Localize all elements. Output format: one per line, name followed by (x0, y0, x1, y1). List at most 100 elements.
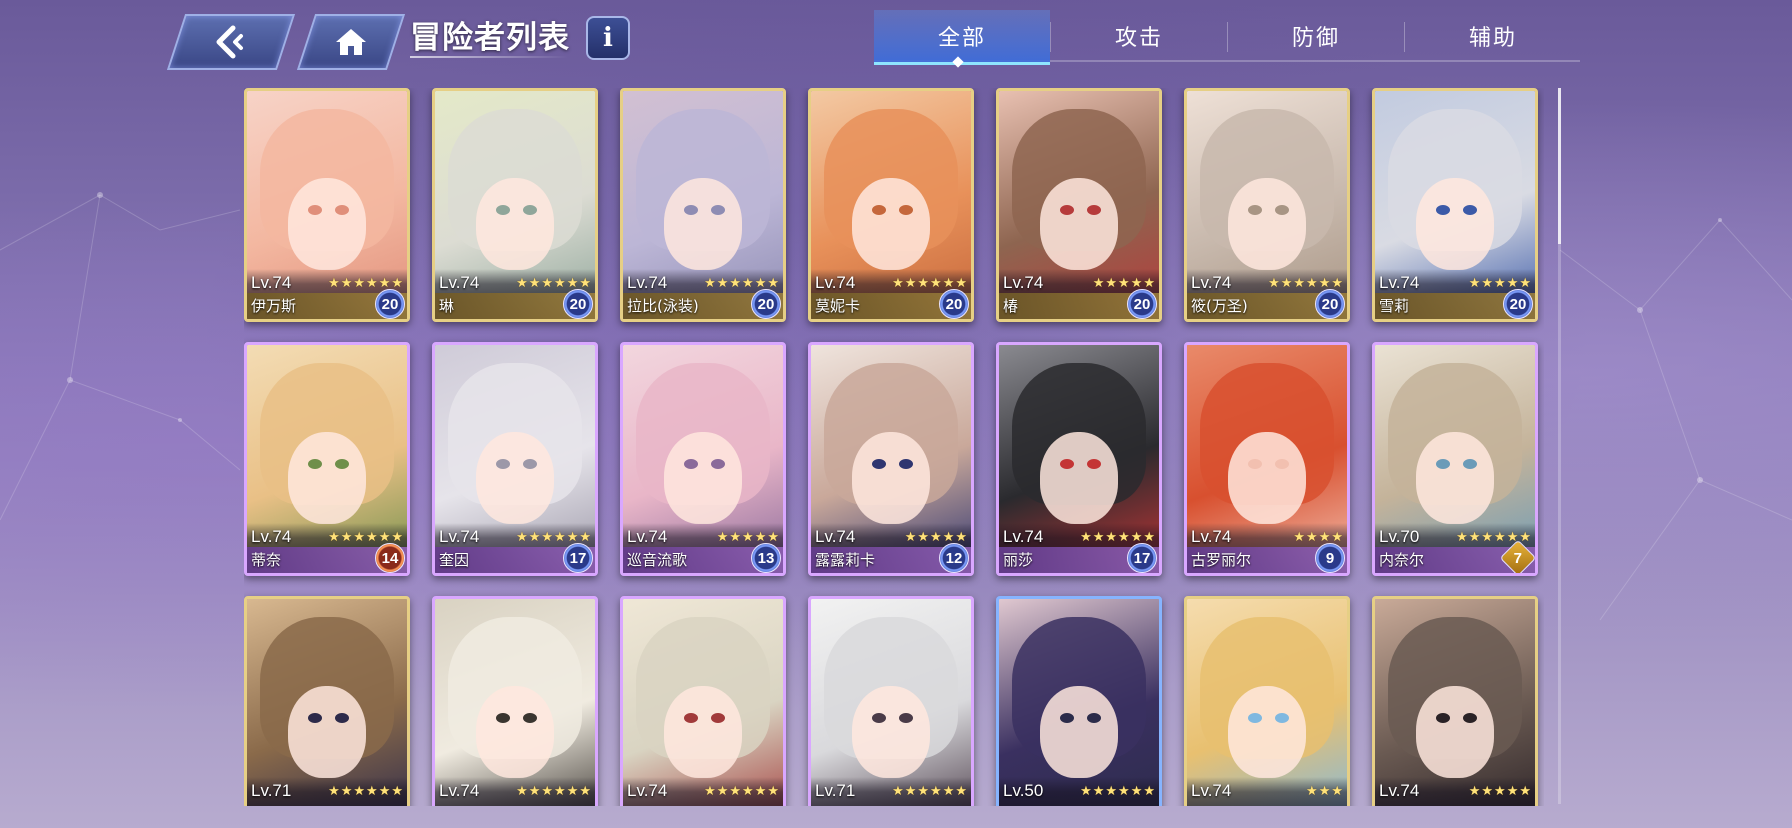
level-label: Lv.74 (251, 527, 292, 546)
star-icon: ★ (1494, 530, 1506, 545)
adventurer-card[interactable]: Lv.74 ★ ★ ★ (1184, 596, 1350, 806)
star-icon: ★ (1118, 276, 1130, 291)
adventurer-card[interactable]: Lv.74 ★ ★ ★ ★ ★ ★ 琳 20 (432, 88, 598, 322)
star-icon: ★ (1494, 784, 1506, 799)
star-icon: ★ (729, 276, 742, 291)
portrait-eye (711, 205, 725, 215)
star-rating: ★ ★ ★ ★ ★ ★ (1080, 785, 1155, 799)
portrait-eye (1247, 713, 1262, 723)
star-icon: ★ (1130, 784, 1143, 799)
star-icon: ★ (353, 784, 366, 799)
adventurer-card[interactable]: Lv.74 ★ ★ ★ ★ ★ 巡音流歌 13 (620, 342, 786, 576)
adventurer-card[interactable]: Lv.74 ★ ★ ★ ★ ★ ★ 丽莎 17 (996, 342, 1162, 576)
adventurer-card[interactable]: Lv.74 ★ ★ ★ ★ ★ ★ 筱(万圣) 20 (1184, 88, 1350, 322)
adventurer-card[interactable]: Lv.71 ★ ★ ★ ★ ★ ★ (244, 596, 410, 806)
star-icon: ★ (516, 530, 528, 545)
level-label: Lv.74 (1191, 273, 1232, 292)
character-name: 雪莉 (1379, 297, 1410, 315)
star-icon: ★ (528, 276, 541, 291)
star-icon: ★ (1293, 530, 1306, 545)
star-icon: ★ (541, 276, 554, 291)
portrait-eye (1247, 205, 1262, 215)
character-portrait (247, 599, 407, 806)
adventurer-card[interactable]: Lv.71 ★ ★ ★ ★ ★ ★ (808, 596, 974, 806)
star-rating: ★ ★ ★ (1306, 785, 1343, 799)
star-icon: ★ (1481, 784, 1494, 799)
star-icon: ★ (904, 276, 917, 291)
back-arrow-icon (211, 25, 251, 59)
star-icon: ★ (340, 276, 353, 291)
portrait-eye (1059, 205, 1074, 215)
star-icon: ★ (742, 784, 754, 799)
adventurer-card[interactable]: Lv.50 ★ ★ ★ ★ ★ ★ (996, 596, 1162, 806)
adventurer-card[interactable]: Lv.74 ★ ★ ★ ★ ★ 椿 20 (996, 88, 1162, 322)
tab-attack[interactable]: 攻击 (1051, 10, 1227, 62)
star-icon: ★ (1293, 276, 1306, 291)
adventurer-card[interactable]: Lv.74 ★ ★ ★ ★ ★ (1372, 596, 1538, 806)
tab-all[interactable]: 全部 (874, 10, 1050, 65)
portrait-eye (711, 713, 725, 723)
scroll-thumb[interactable] (1558, 88, 1561, 244)
portrait-face (288, 685, 366, 778)
star-icon: ★ (1105, 276, 1118, 291)
level-label: Lv.71 (251, 781, 292, 800)
portrait-face (1416, 431, 1494, 524)
star-icon: ★ (1506, 784, 1519, 799)
adventurer-card[interactable]: Lv.74 ★ ★ ★ ★ ★ 雪莉 20 (1372, 88, 1538, 322)
star-icon: ★ (328, 530, 340, 545)
star-icon: ★ (917, 530, 930, 545)
scrollbar[interactable] (1558, 88, 1561, 804)
page-title: 冒险者列表 (410, 20, 570, 56)
character-name: 筱(万圣) (1191, 297, 1248, 315)
level-label: Lv.70 (1379, 527, 1420, 546)
tab-support[interactable]: 辅助 (1405, 10, 1581, 62)
adventurer-card[interactable]: Lv.74 ★ ★ ★ ★ ★ ★ 奎因 17 (432, 342, 598, 576)
adventurer-card[interactable]: Lv.74 ★ ★ ★ ★ ★ ★ 拉比(泳装) 20 (620, 88, 786, 322)
portrait-face (476, 177, 554, 270)
star-icon: ★ (528, 530, 541, 545)
adventurer-card[interactable]: Lv.74 ★ ★ ★ ★ ★ 露露莉卡 12 (808, 342, 974, 576)
rank-badge-value: 17 (569, 549, 587, 567)
level-label: Lv.74 (439, 273, 480, 292)
home-button[interactable] (296, 14, 406, 70)
star-icon: ★ (541, 530, 554, 545)
level-label: Lv.74 (439, 781, 480, 800)
portrait-face (288, 431, 366, 524)
star-icon: ★ (955, 784, 967, 799)
star-icon: ★ (930, 530, 942, 545)
portrait-eye (335, 205, 349, 215)
character-name: 椿 (1003, 297, 1019, 315)
home-icon (334, 27, 368, 57)
character-portrait (811, 599, 971, 806)
character-name: 莫妮卡 (815, 297, 861, 315)
adventurer-card[interactable]: Lv.70 ★ ★ ★ ★ ★ ★ 内奈尔 7 (1372, 342, 1538, 576)
adventurer-card[interactable]: Lv.74 ★ ★ ★ ★ ★ ★ 莫妮卡 20 (808, 88, 974, 322)
portrait-face (1228, 431, 1306, 524)
level-label: Lv.74 (1003, 527, 1044, 546)
portrait-eye (495, 459, 510, 469)
star-rating: ★ ★ ★ ★ ★ ★ (516, 785, 591, 799)
star-icon: ★ (716, 784, 729, 799)
star-icon: ★ (729, 530, 742, 545)
adventurer-card[interactable]: Lv.74 ★ ★ ★ ★ ★ ★ (432, 596, 598, 806)
portrait-face (476, 431, 554, 524)
back-button[interactable] (166, 14, 296, 70)
star-icon: ★ (391, 784, 403, 799)
adventurer-card[interactable]: Lv.74 ★ ★ ★ ★ 古罗丽尔 9 (1184, 342, 1350, 576)
character-name: 巡音流歌 (627, 551, 688, 569)
rank-badge-value: 9 (1325, 549, 1335, 567)
portrait-face (1228, 685, 1306, 778)
character-name: 伊万斯 (251, 297, 297, 315)
portrait-eye (1247, 459, 1262, 469)
rank-badge: 17 (563, 543, 593, 573)
adventurer-card[interactable]: Lv.74 ★ ★ ★ ★ ★ ★ 伊万斯 20 (244, 88, 410, 322)
adventurer-card[interactable]: Lv.74 ★ ★ ★ ★ ★ ★ 蒂奈 14 (244, 342, 410, 576)
star-icon: ★ (1080, 530, 1092, 545)
adventurer-card[interactable]: Lv.74 ★ ★ ★ ★ ★ ★ (620, 596, 786, 806)
character-name: 内奈尔 (1379, 551, 1425, 569)
info-button[interactable]: i (586, 16, 630, 60)
portrait-eye (523, 713, 537, 723)
portrait-eye (1059, 713, 1074, 723)
tab-defense[interactable]: 防御 (1228, 10, 1404, 62)
rank-badge-value: 17 (1133, 549, 1151, 567)
